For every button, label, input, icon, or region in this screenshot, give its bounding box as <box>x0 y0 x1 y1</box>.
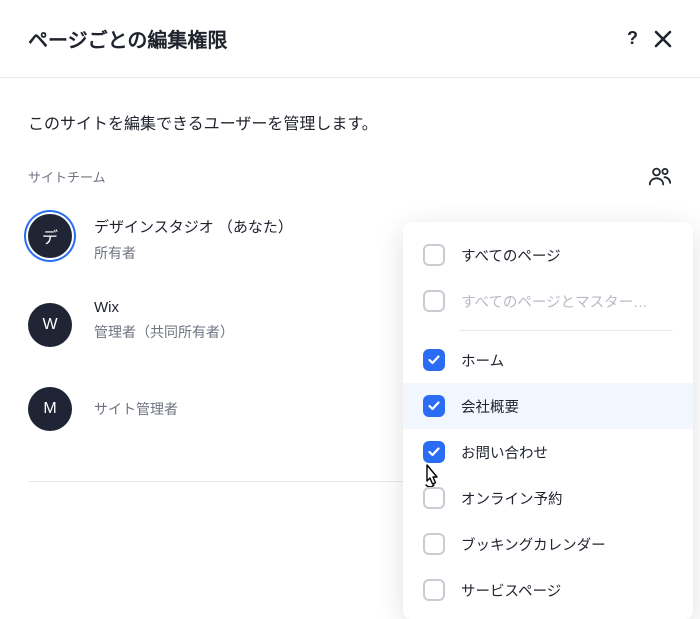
dialog-header: ページごとの編集権限 ? <box>0 0 700 78</box>
dropdown-item-company[interactable]: 会社概要 <box>403 383 693 429</box>
dialog-title: ページごとの編集権限 <box>28 24 227 53</box>
help-icon[interactable]: ? <box>627 28 638 49</box>
dropdown-item-calendar[interactable]: ブッキングカレンダー <box>403 521 693 567</box>
avatar: デ <box>28 214 72 258</box>
member-role: サイト管理者 <box>94 399 244 419</box>
checkbox[interactable] <box>423 395 445 417</box>
dropdown-item-booking[interactable]: オンライン予約 <box>403 475 693 521</box>
dropdown-item-label: すべてのページ <box>461 245 673 266</box>
page-select-dropdown: すべてのページ すべてのページとマスター… ホーム 会社概要 お問い合わせ <box>403 222 693 619</box>
member-body: デザインスタジオ （あなた） 所有者 <box>94 214 293 263</box>
checkbox[interactable] <box>423 290 445 312</box>
dropdown-separator <box>459 330 673 331</box>
dropdown-item-label: すべてのページとマスター… <box>461 291 673 312</box>
checkbox[interactable] <box>423 349 445 371</box>
member-name-blank <box>94 383 244 399</box>
section-label: サイトチーム <box>28 167 106 186</box>
avatar: W <box>28 303 72 347</box>
dropdown-item-label: ブッキングカレンダー <box>461 534 673 555</box>
dropdown-item-contact[interactable]: お問い合わせ <box>403 429 693 475</box>
dialog-content: このサイトを編集できるユーザーを管理します。 サイトチーム デ デザインスタジオ… <box>0 78 700 482</box>
dropdown-item-label: お問い合わせ <box>461 442 673 463</box>
member-body: Wix 管理者（共同所有者） <box>94 297 234 342</box>
dropdown-item-all-pages[interactable]: すべてのページ <box>403 232 693 278</box>
header-controls: ? <box>627 28 672 49</box>
subtitle: このサイトを編集できるユーザーを管理します。 <box>28 110 672 134</box>
checkbox[interactable] <box>423 441 445 463</box>
close-icon[interactable] <box>654 30 672 48</box>
dropdown-item-label: ホーム <box>461 350 673 371</box>
member-name: Wix <box>94 299 234 316</box>
avatar: M <box>28 387 72 431</box>
checkbox[interactable] <box>423 487 445 509</box>
member-role: 所有者 <box>94 243 293 263</box>
checkbox[interactable] <box>423 579 445 601</box>
dropdown-item-service[interactable]: サービスページ <box>403 567 693 613</box>
dropdown-item-home[interactable]: ホーム <box>403 337 693 383</box>
section-header: サイトチーム <box>28 166 672 186</box>
member-body: サイト管理者 <box>94 381 244 419</box>
dropdown-item-all-pages-master[interactable]: すべてのページとマスター… <box>403 278 693 324</box>
checkbox[interactable] <box>423 533 445 555</box>
member-name: デザインスタジオ （あなた） <box>94 216 293 237</box>
dropdown-item-label: 会社概要 <box>461 396 673 417</box>
dropdown-item-label: サービスページ <box>461 580 673 601</box>
checkbox[interactable] <box>423 244 445 266</box>
member-role: 管理者（共同所有者） <box>94 322 234 342</box>
dropdown-item-label: オンライン予約 <box>461 488 673 509</box>
team-icon[interactable] <box>648 166 672 186</box>
